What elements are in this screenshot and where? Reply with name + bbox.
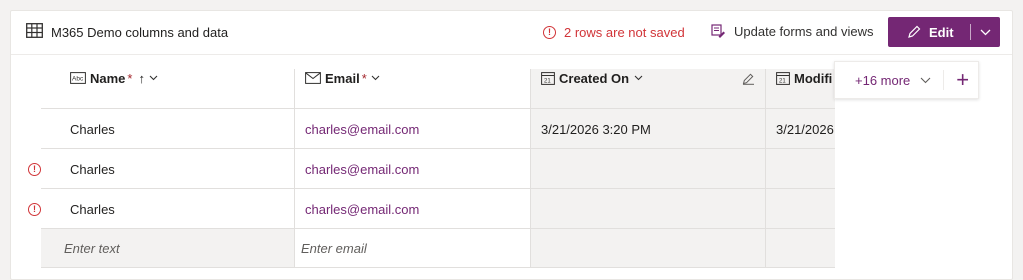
grid-line [765,69,766,268]
grid-line [294,69,295,268]
calendar-icon: 21 [541,72,555,85]
chevron-down-icon [149,75,158,81]
more-columns-button[interactable]: +16 more [855,73,910,88]
calendar-icon: 21 [776,72,790,85]
column-label: Modifi [794,70,833,86]
cell-email[interactable]: charles@email.com [305,149,525,189]
table-title-area: M365 Demo columns and data [26,23,228,41]
svg-text:21: 21 [779,79,786,85]
created-on-column-bg [530,69,835,268]
edit-split-button[interactable]: Edit [888,17,1000,47]
edit-button[interactable]: Edit [888,25,970,40]
row-error-icon[interactable]: ! [28,203,41,216]
chevron-down-icon [980,29,991,35]
cell-email[interactable]: charles@email.com [305,189,525,229]
table-header-bar: M365 Demo columns and data ! 2 rows are … [11,11,1012,55]
more-columns-panel: +16 more + [834,61,979,99]
new-row-email-input[interactable]: Enter email [301,228,527,268]
column-header-modified-on[interactable]: 21 Modifi [776,58,834,98]
cell-created-on: 3/21/2026 3:20 PM [541,121,651,137]
sort-ascending-icon: ↑ [138,70,145,86]
mail-icon [305,72,321,84]
error-circle-icon: ! [543,26,556,39]
unsaved-rows-text: 2 rows are not saved [564,25,685,40]
column-header-email[interactable]: Email * [305,58,527,98]
required-marker: * [361,70,367,86]
svg-text:Abc: Abc [72,76,84,83]
cell-name[interactable]: Charles [70,189,290,229]
chevron-down-icon [371,75,380,81]
cell-name[interactable]: Charles [70,149,290,189]
svg-text:21: 21 [544,79,551,85]
text-abc-icon: Abc [70,72,86,84]
chevron-down-icon[interactable] [920,77,931,84]
new-row-name-input[interactable]: Enter text [64,228,290,268]
update-forms-label: Update forms and views [734,24,874,39]
grid-line [530,69,531,268]
cell-name[interactable]: Charles [70,109,290,149]
edit-label: Edit [929,24,954,40]
column-header-name[interactable]: Abc Name * ↑ [70,58,292,98]
column-label: Created On [559,70,630,86]
unsaved-rows-warning[interactable]: ! 2 rows are not saved [543,25,685,40]
update-forms-button[interactable]: Update forms and views [711,24,873,39]
row-error-icon[interactable]: ! [28,163,41,176]
table-title: M365 Demo columns and data [51,24,229,40]
column-label: Email [325,70,360,86]
add-column-icon[interactable]: + [956,69,969,91]
cell-modified-on: 3/21/2026 [776,121,834,137]
pencil-icon [908,25,921,38]
locked-edit-icon [742,73,754,85]
table-grid-icon [26,23,43,41]
column-header-created-on[interactable]: 21 Created On [541,58,761,98]
column-label: Name [90,70,126,86]
edit-dropdown-button[interactable] [971,29,1000,36]
divider [943,70,945,90]
form-update-icon [711,24,725,38]
chevron-down-icon [634,75,643,81]
cell-email[interactable]: charles@email.com [305,109,525,149]
required-marker: * [127,70,133,86]
